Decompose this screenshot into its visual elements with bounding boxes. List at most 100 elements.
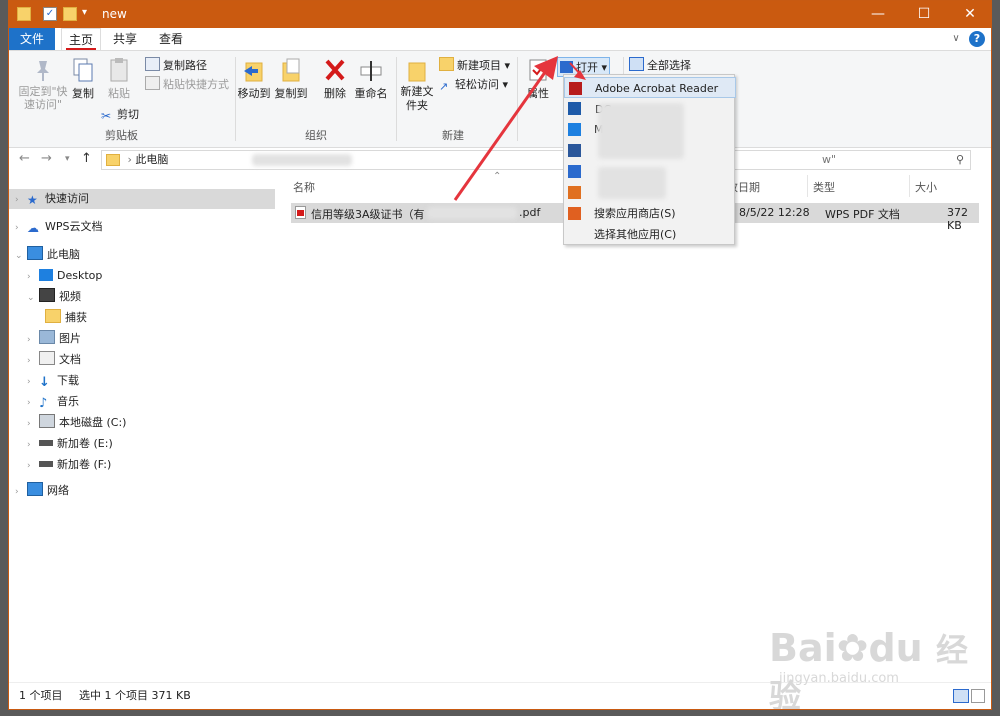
tab-view[interactable]: 查看 bbox=[153, 28, 189, 50]
sidebar-label: 网络 bbox=[47, 484, 69, 497]
new-item-label: 新建项目 bbox=[457, 59, 501, 72]
sidebar-item-music[interactable]: › ♪ 音乐 bbox=[27, 392, 79, 412]
sidebar-label: 视频 bbox=[59, 290, 81, 303]
expand-arrow-icon[interactable]: › bbox=[15, 218, 27, 238]
menu-item-label: 搜索应用商店(S) bbox=[594, 207, 676, 220]
expand-arrow-icon[interactable]: › bbox=[27, 435, 39, 455]
sidebar-item-pictures[interactable]: › 图片 bbox=[27, 329, 81, 349]
copy-path-button[interactable]: 复制路径 bbox=[145, 57, 207, 73]
select-all-label: 全部选择 bbox=[647, 59, 691, 72]
sidebar-item-desktop[interactable]: › Desktop bbox=[27, 266, 102, 286]
copy-path-icon bbox=[145, 57, 160, 71]
ribbon-expand-icon[interactable]: ∨ bbox=[949, 28, 963, 50]
close-button[interactable]: ✕ bbox=[947, 1, 991, 28]
column-size[interactable]: 大小 bbox=[915, 179, 937, 195]
back-icon[interactable]: ← bbox=[19, 151, 30, 166]
cloud-icon: ☁ bbox=[27, 221, 39, 235]
column-type[interactable]: 类型 bbox=[813, 179, 835, 195]
easy-access-button[interactable]: ↗ 轻松访问 ▾ bbox=[439, 76, 508, 93]
search-text[interactable]: w" bbox=[822, 151, 836, 169]
sidebar-item-documents[interactable]: › 文档 bbox=[27, 350, 81, 370]
tab-home-label: 主页 bbox=[68, 33, 93, 47]
move-to-button[interactable]: 移动到 bbox=[237, 57, 271, 101]
pin-label: 固定到"快速访问" bbox=[18, 85, 68, 111]
forward-icon[interactable]: → bbox=[41, 151, 52, 166]
column-divider bbox=[807, 175, 808, 197]
recent-dropdown-icon[interactable]: ▾ bbox=[65, 154, 70, 164]
address-bar[interactable]: › 此电脑 w" ⚲ bbox=[101, 150, 971, 170]
sidebar-item-capture[interactable]: 捕获 bbox=[45, 308, 87, 328]
sidebar-label: 快速访问 bbox=[45, 192, 89, 205]
minimize-button[interactable]: — bbox=[855, 1, 901, 28]
pin-quick-access-button[interactable]: 固定到"快速访问" bbox=[13, 57, 73, 111]
rename-icon bbox=[359, 57, 383, 83]
properties-button[interactable]: 属性 bbox=[521, 57, 555, 101]
paste-shortcut-button[interactable]: 粘贴快捷方式 bbox=[145, 76, 229, 92]
paste-shortcut-label: 粘贴快捷方式 bbox=[163, 78, 229, 91]
menu-item-acrobat[interactable]: Adobe Acrobat Reader DC bbox=[564, 77, 736, 116]
expand-arrow-icon[interactable]: › bbox=[27, 456, 39, 476]
sidebar-item-local-c[interactable]: › 本地磁盘 (C:) bbox=[27, 413, 126, 433]
app-icon bbox=[568, 102, 581, 115]
expand-arrow-icon[interactable]: › bbox=[15, 190, 27, 210]
sidebar-item-network[interactable]: › 网络 bbox=[15, 481, 69, 501]
tab-file[interactable]: 文件 bbox=[9, 28, 55, 50]
pictures-icon bbox=[39, 330, 55, 344]
sidebar-item-wps-cloud[interactable]: › ☁ WPS云文档 bbox=[15, 217, 103, 237]
new-folder-quick-icon[interactable] bbox=[63, 7, 77, 21]
expand-arrow-icon[interactable]: › bbox=[27, 393, 39, 413]
sidebar-item-downloads[interactable]: › ↓ 下载 bbox=[27, 371, 79, 391]
cut-button[interactable]: ✂ 剪切 bbox=[101, 106, 139, 122]
tab-share[interactable]: 共享 bbox=[107, 28, 143, 50]
sidebar-label: WPS云文档 bbox=[45, 220, 103, 233]
search-icon[interactable]: ⚲ bbox=[956, 151, 964, 169]
collapse-arrow-icon[interactable]: ⌄ bbox=[27, 288, 39, 308]
maximize-button[interactable]: ☐ bbox=[901, 1, 947, 28]
copy-icon bbox=[71, 57, 95, 83]
rename-button[interactable]: 重命名 bbox=[353, 57, 389, 101]
select-all-icon bbox=[629, 57, 644, 71]
properties-quick-icon[interactable]: ✓ bbox=[43, 7, 57, 21]
select-all-button[interactable]: 全部选择 bbox=[629, 57, 691, 73]
copy-to-button[interactable]: 复制到 bbox=[274, 57, 308, 101]
sidebar-item-vol-e[interactable]: › 新加卷 (E:) bbox=[27, 434, 113, 454]
expand-arrow-icon[interactable]: › bbox=[27, 372, 39, 392]
sidebar-label: 新加卷 (E:) bbox=[57, 437, 113, 450]
expand-arrow-icon[interactable]: › bbox=[27, 330, 39, 350]
expand-arrow-icon[interactable]: › bbox=[27, 414, 39, 434]
selection-info: 选中 1 个项目 371 KB bbox=[79, 689, 191, 702]
file-size: 372 KB bbox=[947, 206, 968, 232]
new-folder-icon bbox=[405, 57, 429, 83]
paste-button[interactable]: 粘贴 bbox=[103, 57, 135, 101]
redacted-filename bbox=[427, 207, 517, 219]
download-icon: ↓ bbox=[39, 375, 50, 390]
column-name[interactable]: 名称 bbox=[293, 179, 315, 195]
sidebar-item-vol-f[interactable]: › 新加卷 (F:) bbox=[27, 455, 111, 475]
group-clipboard-label: 剪贴板 bbox=[105, 129, 138, 142]
disk-icon bbox=[39, 414, 55, 428]
sidebar-item-videos[interactable]: ⌄ 视频 bbox=[27, 287, 81, 307]
pin-icon bbox=[31, 57, 55, 83]
expand-arrow-icon[interactable]: › bbox=[27, 351, 39, 371]
sidebar-label: 本地磁盘 (C:) bbox=[59, 416, 127, 429]
new-item-button[interactable]: 新建项目 ▾ bbox=[439, 57, 510, 73]
menu-item-store[interactable]: 搜索应用商店(S) bbox=[564, 203, 736, 224]
folder-icon bbox=[17, 7, 31, 21]
move-to-label: 移动到 bbox=[237, 87, 271, 100]
tab-home[interactable]: 主页 bbox=[61, 28, 101, 50]
copy-label: 复制 bbox=[72, 87, 94, 100]
expand-arrow-icon[interactable]: › bbox=[15, 482, 27, 502]
sidebar-item-quick-access[interactable]: › ★ 快速访问 bbox=[9, 189, 275, 209]
breadcrumb-this-pc[interactable]: 此电脑 bbox=[135, 153, 168, 166]
up-icon[interactable]: ↑ bbox=[81, 151, 92, 166]
menu-item-other[interactable]: 选择其他应用(C) bbox=[564, 224, 736, 245]
sidebar-item-this-pc[interactable]: ⌄ 此电脑 bbox=[15, 245, 80, 265]
wps-icon bbox=[568, 165, 581, 178]
help-icon[interactable]: ? bbox=[969, 31, 985, 47]
delete-button[interactable]: 删除 bbox=[322, 57, 348, 101]
customize-toolbar-icon[interactable]: ▾ bbox=[82, 7, 87, 18]
collapse-arrow-icon[interactable]: ⌄ bbox=[15, 246, 27, 266]
expand-arrow-icon[interactable]: › bbox=[27, 267, 39, 287]
new-folder-button[interactable]: 新建文件夹 bbox=[399, 57, 435, 113]
copy-button[interactable]: 复制 bbox=[67, 57, 99, 101]
